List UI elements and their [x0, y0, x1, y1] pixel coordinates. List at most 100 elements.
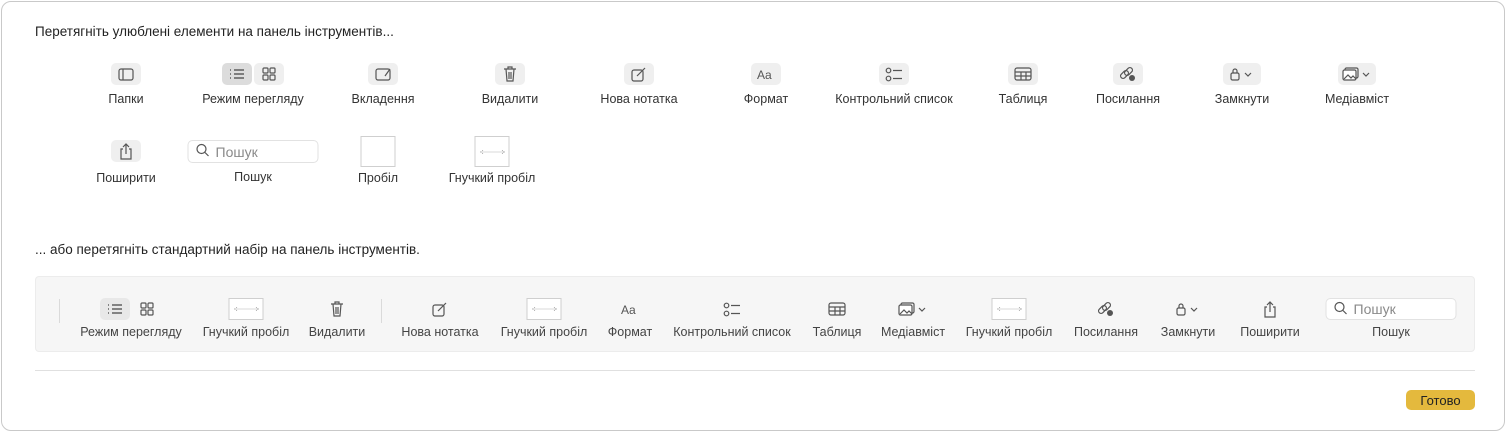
toolbar-item-label: Формат: [743, 92, 789, 106]
toolbar-item-7[interactable]: Контрольний список: [835, 63, 953, 106]
checklist-icon: [879, 63, 909, 85]
toolbar-item-label: Контрольний список: [835, 92, 953, 106]
trash-icon: [495, 63, 525, 85]
trash-icon: [322, 298, 352, 320]
share-icon: [111, 140, 141, 162]
toolbar-item-5[interactable]: Нова нотатка: [600, 63, 678, 106]
toolbar-item-label: Гнучкий пробіл: [448, 171, 536, 185]
toolbar-item-1[interactable]: Папки: [108, 63, 144, 106]
toolbar-item-11[interactable]: Посилання: [1074, 298, 1138, 339]
toolbar-item-label: Замкнути: [1214, 92, 1270, 106]
flexible-space-icon: [526, 298, 562, 320]
toolbar-item-label: Режим перегляду: [202, 92, 304, 106]
lock-icon: [1169, 298, 1207, 320]
toolbar-item-label: Гнучкий пробіл: [965, 325, 1053, 339]
toolbar-item-label: Посилання: [1096, 92, 1160, 106]
space-icon: [360, 136, 396, 167]
flexible-space-icon: [474, 136, 510, 167]
toolbar-item-13[interactable]: Поширити: [1240, 298, 1300, 339]
search-field[interactable]: Пошук: [187, 140, 319, 163]
toolbar-item-1[interactable]: Режим перегляду: [80, 298, 182, 339]
gallery-view-icon[interactable]: [254, 63, 284, 85]
toolbar-item-2[interactable]: Пошук Пошук: [187, 140, 319, 184]
toolbar-item-label: Поширити: [1240, 325, 1300, 339]
toolbar-item-label: Режим перегляду: [80, 325, 182, 339]
toolbar-item-9[interactable]: Медіавміст: [881, 298, 945, 339]
toolbar-item-label: Медіавміст: [1324, 92, 1390, 106]
flexible-space-icon: [228, 298, 264, 320]
lock-icon: [1223, 63, 1261, 85]
media-icon: [894, 298, 932, 320]
toolbar-item-4[interactable]: Гнучкий пробіл: [449, 136, 535, 185]
toolbar-divider: [59, 299, 60, 323]
checklist-icon: [717, 298, 747, 320]
toolbar-item-14[interactable]: Пошук Пошук: [1325, 298, 1457, 339]
toolbar-item-6[interactable]: Aa Формат: [744, 63, 788, 106]
toolbar-item-label: Таблиця: [812, 325, 862, 339]
table-icon: [1008, 63, 1038, 85]
toolbar-item-3[interactable]: Видалити: [309, 298, 365, 339]
default-toolbar-set[interactable]: Режим перегляду Гнучкий пробіл Видалити Нов…: [35, 276, 1475, 352]
search-field[interactable]: Пошук: [1325, 298, 1457, 320]
toolbar-item-8[interactable]: Таблиця: [999, 63, 1047, 106]
view-mode-segmented[interactable]: [100, 298, 162, 320]
toolbar-item-2[interactable]: Режим перегляду: [202, 63, 304, 106]
search-placeholder: Пошук: [1353, 301, 1396, 317]
toolbar-item-12[interactable]: Замкнути: [1161, 298, 1215, 339]
toolbar-item-6[interactable]: Aa Формат: [608, 298, 652, 339]
toolbar-item-label: Вкладення: [351, 92, 415, 106]
toolbar-item-label: Контрольний список: [673, 325, 791, 339]
toolbar-item-label: Поширити: [96, 171, 156, 185]
done-button[interactable]: Готово: [1406, 390, 1475, 410]
list-view-icon[interactable]: [222, 63, 252, 85]
share-icon: [1255, 298, 1285, 320]
toolbar-item-label: Посилання: [1074, 325, 1138, 339]
compose-icon: [425, 298, 455, 320]
separator: [35, 370, 1475, 371]
toolbar-item-4[interactable]: Видалити: [482, 63, 538, 106]
list-view-icon[interactable]: [100, 298, 130, 320]
toolbar-item-2[interactable]: Гнучкий пробіл: [203, 298, 289, 339]
toolbar-item-5[interactable]: Гнучкий пробіл: [501, 298, 587, 339]
gallery-view-icon[interactable]: [132, 298, 162, 320]
media-icon: [1338, 63, 1376, 85]
toolbar-item-label: Медіавміст: [880, 325, 946, 339]
search-icon: [1334, 301, 1348, 318]
flexible-space-icon: [991, 298, 1027, 320]
toolbar-item-11[interactable]: Медіавміст: [1325, 63, 1389, 106]
toolbar-item-8[interactable]: Таблиця: [813, 298, 861, 339]
toolbar-item-label: Пошук: [234, 170, 272, 184]
toolbar-item-label: Папки: [108, 92, 144, 106]
toolbar-item-9[interactable]: Посилання: [1096, 63, 1160, 106]
toolbar-item-10[interactable]: Замкнути: [1215, 63, 1269, 106]
toolbar-item-label: Видалити: [481, 92, 539, 106]
toolbar-item-label: Пробіл: [357, 171, 399, 185]
format-icon: Aa: [615, 298, 645, 320]
toolbar-item-1[interactable]: Поширити: [96, 140, 156, 185]
toolbar-item-label: Формат: [607, 325, 653, 339]
toolbar-item-label: Пошук: [1372, 325, 1410, 339]
attachment-icon: [368, 63, 398, 85]
link-icon: [1091, 298, 1121, 320]
compose-icon: [624, 63, 654, 85]
toolbar-item-label: Таблиця: [998, 92, 1048, 106]
search-icon: [196, 143, 210, 160]
search-placeholder: Пошук: [215, 143, 258, 160]
svg-text:Aa: Aa: [757, 68, 772, 81]
toolbar-item-3[interactable]: Вкладення: [351, 63, 415, 106]
table-icon: [822, 298, 852, 320]
toolbar-item-10[interactable]: Гнучкий пробіл: [966, 298, 1052, 339]
toolbar-item-7[interactable]: Контрольний список: [673, 298, 791, 339]
toolbar-item-4[interactable]: Нова нотатка: [401, 298, 479, 339]
toolbar-item-label: Замкнути: [1160, 325, 1216, 339]
toolbar-item-3[interactable]: Пробіл: [358, 136, 398, 185]
svg-text:Aa: Aa: [621, 303, 636, 316]
toolbar-item-label: Видалити: [308, 325, 366, 339]
palette-heading: Перетягніть улюблені елементи на панель …: [35, 24, 394, 39]
sidebar-icon: [111, 63, 141, 85]
view-mode-segmented[interactable]: [222, 63, 284, 85]
default-set-heading: ... або перетягніть стандартний набір на…: [35, 242, 420, 257]
format-icon: Aa: [751, 63, 781, 85]
toolbar-item-label: Нова нотатка: [600, 92, 678, 106]
toolbar-divider: [381, 299, 382, 323]
